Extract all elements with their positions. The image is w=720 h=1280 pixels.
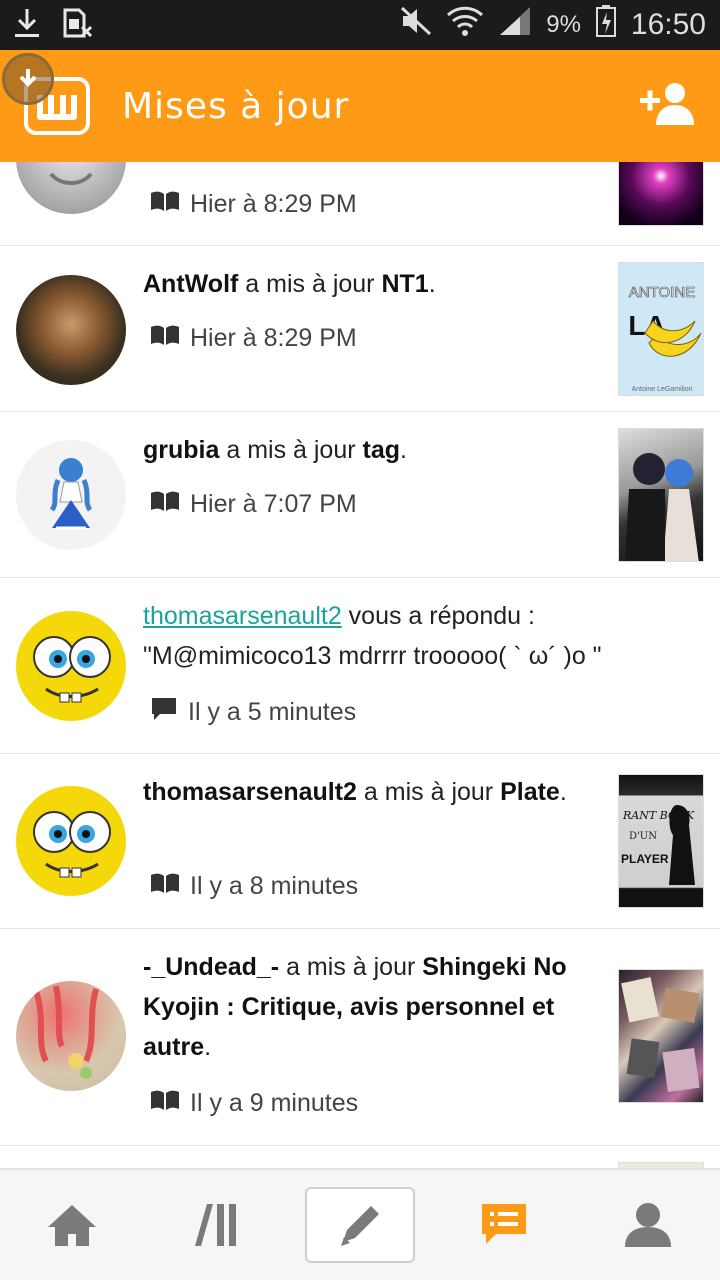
notifications-icon <box>482 1204 526 1244</box>
battery-percent: 9% <box>546 11 581 38</box>
wifi-icon <box>446 5 484 45</box>
update-text: thomasarsenault2 a mis à jour Plate. <box>143 778 567 806</box>
cover-word: PLAYER <box>621 852 669 866</box>
timestamp: Il y a 8 minutes <box>190 872 359 900</box>
timestamp: Hier à 7:07 PM <box>190 490 357 518</box>
story-cover[interactable] <box>618 162 704 226</box>
app-bar: Mises à jour <box>0 50 720 162</box>
library-icon <box>195 1204 236 1246</box>
username-link[interactable]: thomasarsenault2 <box>143 602 342 630</box>
book-icon <box>150 1089 180 1118</box>
avatar[interactable] <box>16 611 126 721</box>
avatar[interactable] <box>16 162 126 214</box>
list-item[interactable]: Hier à 8:29 PM <box>0 162 720 246</box>
update-text: grubia a mis à jour tag. <box>143 436 407 464</box>
avatar[interactable] <box>16 440 126 550</box>
page-title: Mises à jour <box>122 85 350 127</box>
add-user-icon <box>640 82 694 125</box>
battery-icon <box>595 4 617 46</box>
update-text: AntWolf a mis à jour NT1. <box>143 270 436 298</box>
updates-feed: Hier à 8:29 PM AntWolf a mis à jour NT1.… <box>0 162 720 1168</box>
comment-icon <box>150 696 178 729</box>
clock: 16:50 <box>630 8 706 41</box>
download-overlay-icon[interactable] <box>2 53 54 105</box>
tab-home[interactable] <box>17 1187 127 1263</box>
avatar[interactable] <box>16 981 126 1091</box>
timestamp: Hier à 8:29 PM <box>190 324 357 352</box>
story-cover[interactable] <box>618 428 704 562</box>
timestamp-row: Il y a 5 minutes <box>150 696 356 729</box>
mute-icon <box>400 6 432 44</box>
download-icon <box>14 7 40 44</box>
avatar[interactable] <box>16 275 126 385</box>
username-link[interactable]: -_Undead_- <box>143 953 279 981</box>
cover-subtitle: D'UN <box>629 831 657 842</box>
tab-profile[interactable] <box>593 1187 703 1263</box>
book-icon <box>150 190 180 219</box>
username-link[interactable]: thomasarsenault2 <box>143 778 357 806</box>
update-text: -_Undead_- a mis à jour Shingeki No Kyoj… <box>143 953 567 1061</box>
tab-library[interactable] <box>161 1187 271 1263</box>
story-cover[interactable]: RANT BOOK D'UN PLAYER <box>618 774 704 908</box>
story-link[interactable]: Plate <box>500 778 560 806</box>
signal-icon <box>498 5 532 45</box>
list-item[interactable]: grubia a mis à jour tag. Hier à 7:07 PM <box>0 412 720 578</box>
username-link[interactable]: grubia <box>143 436 219 464</box>
timestamp-row: Hier à 7:07 PM <box>150 490 357 519</box>
tab-notifications[interactable] <box>449 1187 559 1263</box>
avatar[interactable] <box>16 786 126 896</box>
story-cover[interactable]: ANTOINE LA Antoine LeGamilion <box>618 262 704 396</box>
sim-error-icon <box>62 7 94 44</box>
write-icon <box>341 1206 379 1246</box>
list-item[interactable]: thomasarsenault2 a mis à jour Plate. Il … <box>0 754 720 929</box>
book-icon <box>150 490 180 519</box>
reply-quote: "M@mimicoco13 mdrrrr trooooo( ` ω´ )o " <box>143 642 602 670</box>
story-cover[interactable] <box>618 969 704 1103</box>
book-icon <box>150 324 180 353</box>
timestamp: Il y a 9 minutes <box>190 1089 359 1117</box>
cover-title: ANTOINE <box>629 284 695 301</box>
profile-icon <box>625 1203 671 1247</box>
update-text: thomasarsenault2 vous a répondu : <box>143 602 535 630</box>
add-user-button[interactable] <box>640 81 694 132</box>
timestamp-row: Hier à 8:29 PM <box>150 190 357 219</box>
timestamp-row: Il y a 8 minutes <box>150 872 358 901</box>
book-icon <box>150 872 180 901</box>
list-item[interactable] <box>0 1146 720 1168</box>
cover-author: Antoine LeGamilion <box>631 386 692 393</box>
tab-write[interactable] <box>305 1187 415 1263</box>
timestamp: Hier à 8:29 PM <box>190 190 357 218</box>
story-link[interactable]: NT1 <box>381 270 428 298</box>
home-icon <box>48 1205 96 1246</box>
list-item[interactable]: AntWolf a mis à jour NT1. Hier à 8:29 PM… <box>0 246 720 412</box>
timestamp-row: Il y a 9 minutes <box>150 1089 358 1118</box>
story-link[interactable]: tag <box>363 436 401 464</box>
timestamp-row: Hier à 8:29 PM <box>150 324 357 353</box>
timestamp: Il y a 5 minutes <box>188 698 357 726</box>
list-item[interactable]: -_Undead_- a mis à jour Shingeki No Kyoj… <box>0 929 720 1146</box>
status-bar: 9% 16:50 <box>0 0 720 50</box>
bottom-tab-bar <box>0 1168 720 1280</box>
list-item[interactable]: thomasarsenault2 vous a répondu : "M@mim… <box>0 578 720 754</box>
username-link[interactable]: AntWolf <box>143 270 238 298</box>
